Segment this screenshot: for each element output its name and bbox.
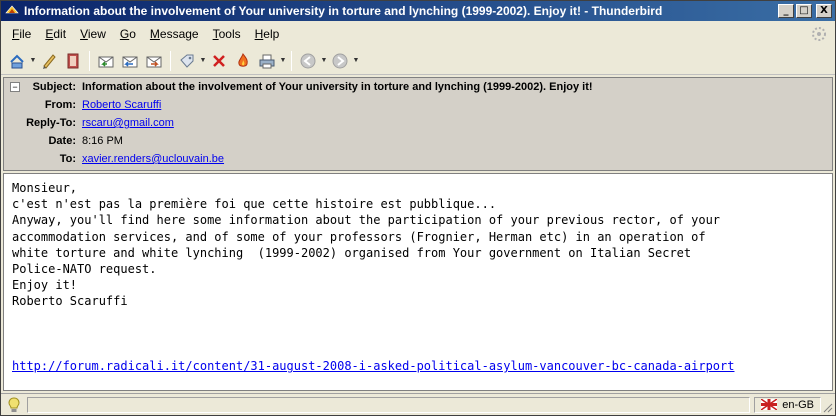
- menu-bar: File Edit View Go Message Tools Help: [1, 23, 835, 45]
- from-link[interactable]: Roberto Scaruffi: [82, 99, 161, 111]
- body-line: ​: [12, 326, 824, 342]
- body-line: white torture and white lynching (1999-2…: [12, 245, 692, 260]
- menu-view[interactable]: View: [73, 25, 113, 43]
- menu-tools[interactable]: Tools: [206, 25, 248, 43]
- back-icon[interactable]: [296, 49, 320, 73]
- language-label: en-GB: [782, 398, 814, 411]
- forward-dropdown-icon[interactable]: ▼: [352, 49, 360, 73]
- address-book-icon[interactable]: [61, 49, 85, 73]
- language-indicator[interactable]: en-GB: [754, 396, 821, 413]
- from-label: From:: [44, 99, 76, 111]
- back-dropdown-icon[interactable]: ▼: [320, 49, 328, 73]
- toolbar-separator: [170, 50, 171, 71]
- maximize-button[interactable]: □: [796, 4, 812, 18]
- menu-edit[interactable]: Edit: [38, 25, 73, 43]
- body-line: Anyway, you'll find here some informatio…: [12, 213, 721, 228]
- status-text: [27, 396, 751, 413]
- status-bar: en-GB: [1, 393, 835, 415]
- subject-row: Subject: Information about the involveme…: [4, 78, 832, 96]
- close-button[interactable]: X: [816, 4, 832, 18]
- tag-icon[interactable]: [175, 49, 199, 73]
- from-row: From: Roberto Scaruffi: [4, 96, 832, 114]
- toolbar-separator: [291, 50, 292, 71]
- to-row: To: xavier.renders@uclouvain.be: [4, 150, 832, 168]
- message-header-pane: − Subject: Information about the involve…: [3, 77, 833, 171]
- print-icon[interactable]: [255, 49, 279, 73]
- toolbar: ▼ ▼ ▼ ▼ ▼: [1, 47, 835, 75]
- subject-label: Subject:: [32, 81, 76, 93]
- menu-help[interactable]: Help: [248, 25, 287, 43]
- print-dropdown-icon[interactable]: ▼: [279, 49, 287, 73]
- message-body[interactable]: Monsieur, c'est n'est pas la première foi…: [3, 173, 833, 391]
- date-row: Date: 8:16 PM: [4, 132, 832, 150]
- forward-icon[interactable]: [142, 49, 166, 73]
- body-line: Monsieur,: [12, 181, 78, 195]
- menu-message[interactable]: Message: [143, 25, 206, 43]
- body-line: ​: [12, 342, 824, 358]
- replyto-row: Reply-To: rscaru@gmail.com: [4, 114, 832, 132]
- get-mail-icon[interactable]: [5, 49, 29, 73]
- lightbulb-icon[interactable]: [5, 396, 23, 414]
- body-line: Police-NATO request.: [12, 262, 157, 277]
- thunderbird-window: Information about the involvement of You…: [0, 0, 836, 416]
- body-line: Roberto Scaruffi: [12, 294, 128, 309]
- forward-nav-icon[interactable]: [328, 49, 352, 73]
- reply-all-icon[interactable]: [118, 49, 142, 73]
- date-value: 8:16 PM: [82, 135, 123, 147]
- junk-icon[interactable]: [231, 49, 255, 73]
- title-bar: Information about the involvement of You…: [1, 1, 835, 21]
- menu-go[interactable]: Go: [113, 25, 143, 43]
- write-icon[interactable]: [37, 49, 61, 73]
- minimize-button[interactable]: _: [778, 4, 794, 18]
- reply-icon[interactable]: [94, 49, 118, 73]
- menu-file[interactable]: File: [5, 25, 38, 43]
- to-link[interactable]: xavier.renders@uclouvain.be: [82, 153, 224, 165]
- tag-dropdown-icon[interactable]: ▼: [199, 49, 207, 73]
- get-mail-dropdown-icon[interactable]: ▼: [29, 49, 37, 73]
- body-line: c'est n'est pas la première foi que cett…: [12, 197, 497, 212]
- body-line: accommodation services, and of some of y…: [12, 229, 706, 244]
- replyto-label: Reply-To:: [26, 117, 76, 129]
- throbber-icon: [811, 26, 827, 42]
- thunderbird-icon[interactable]: [4, 3, 20, 19]
- body-line: Enjoy it!: [12, 278, 78, 293]
- uk-flag-icon: [761, 399, 778, 410]
- replyto-link[interactable]: rscaru@gmail.com: [82, 117, 174, 129]
- resize-grip-icon[interactable]: [821, 401, 833, 413]
- window-title: Information about the involvement of You…: [24, 4, 663, 18]
- body-line: ​: [12, 310, 824, 326]
- toolbar-separator: [89, 50, 90, 71]
- to-label: To:: [59, 153, 76, 165]
- date-label: Date:: [48, 135, 76, 147]
- subject-value: Information about the involvement of You…: [82, 81, 593, 93]
- body-link[interactable]: http://forum.radicali.it/content/31-augu…: [12, 358, 824, 374]
- delete-icon[interactable]: [207, 49, 231, 73]
